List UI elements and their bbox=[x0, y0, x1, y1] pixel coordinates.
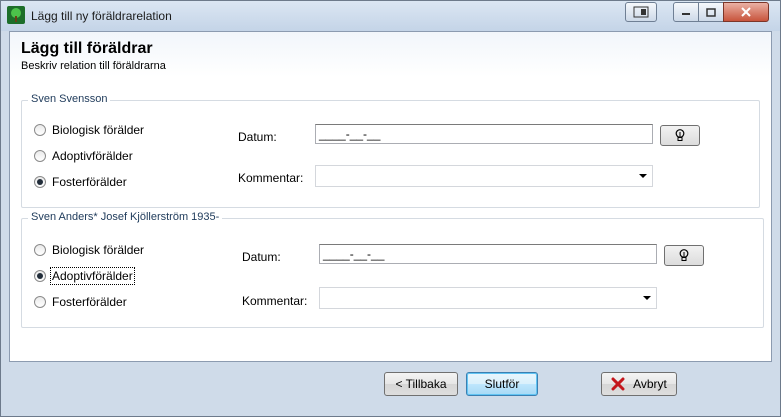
datum-label-1: Datum: bbox=[238, 130, 277, 144]
radio-foster-2[interactable]: Fosterförälder bbox=[34, 295, 127, 309]
chevron-down-icon[interactable] bbox=[639, 174, 647, 178]
finish-button[interactable]: Slutför bbox=[466, 372, 538, 396]
wizard-content: Lägg till föräldrar Beskriv relation til… bbox=[9, 31, 772, 362]
radio-adoptiv-1[interactable]: Adoptivförälder bbox=[34, 149, 133, 163]
back-button[interactable]: < Tillbaka bbox=[384, 372, 458, 396]
kommentar-combo-1[interactable] bbox=[315, 165, 653, 187]
radio-button[interactable] bbox=[34, 244, 46, 256]
window-title: Lägg till ny föräldrarelation bbox=[31, 9, 172, 23]
radio-button[interactable] bbox=[34, 270, 46, 282]
date-picker-button-1[interactable] bbox=[660, 125, 700, 146]
chevron-down-icon[interactable] bbox=[643, 296, 651, 300]
datum-field-1[interactable]: ____-__-__ bbox=[315, 124, 653, 144]
title-bar[interactable]: Lägg till ny föräldrarelation bbox=[1, 1, 780, 31]
maximize-button[interactable] bbox=[698, 2, 724, 22]
radio-button[interactable] bbox=[34, 124, 46, 136]
kommentar-label-1: Kommentar: bbox=[238, 171, 304, 185]
radio-button[interactable] bbox=[34, 176, 46, 188]
minimize-button[interactable] bbox=[673, 2, 699, 22]
window-menu-button[interactable] bbox=[625, 2, 657, 22]
radio-label: Biologisk förälder bbox=[52, 123, 145, 137]
lightbulb-icon bbox=[679, 249, 689, 261]
radio-foster-1[interactable]: Fosterförälder bbox=[34, 175, 127, 189]
page-subtitle: Beskriv relation till föräldrarna bbox=[21, 60, 166, 72]
close-icon bbox=[741, 7, 751, 17]
radio-label: Adoptivförälder bbox=[50, 267, 135, 285]
cancel-button[interactable]: Avbryt bbox=[601, 372, 677, 396]
kommentar-label-2: Kommentar: bbox=[242, 294, 308, 308]
radio-label: Adoptivförälder bbox=[52, 149, 133, 163]
parent-group-1: Sven Svensson Biologisk förälder Adoptiv… bbox=[21, 93, 760, 208]
parent-group-2: Sven Anders* Josef Kjöllerström 1935- Bi… bbox=[21, 211, 764, 328]
window-layout-icon bbox=[633, 6, 649, 18]
lightbulb-icon bbox=[675, 129, 685, 141]
cancel-label: Avbryt bbox=[633, 377, 667, 391]
radio-label: Fosterförälder bbox=[52, 175, 127, 189]
minimize-icon bbox=[682, 13, 690, 15]
radio-button[interactable] bbox=[34, 296, 46, 308]
radio-button[interactable] bbox=[34, 150, 46, 162]
close-button[interactable] bbox=[723, 2, 769, 22]
radio-label: Biologisk förälder bbox=[52, 243, 145, 257]
parent-name-2: Sven Anders* Josef Kjöllerström 1935- bbox=[28, 211, 223, 223]
tree-icon bbox=[7, 6, 25, 24]
datum-field-2[interactable]: ____-__-__ bbox=[319, 244, 657, 264]
radio-adoptiv-2[interactable]: Adoptivförälder bbox=[34, 267, 135, 285]
parent-name-1: Sven Svensson bbox=[28, 93, 111, 105]
datum-label-2: Datum: bbox=[242, 250, 281, 264]
kommentar-combo-2[interactable] bbox=[319, 287, 657, 309]
radio-biologisk-2[interactable]: Biologisk förälder bbox=[34, 243, 144, 257]
page-title: Lägg till föräldrar bbox=[21, 40, 153, 57]
dialog-window: Lägg till ny föräldrarelation Lägg till bbox=[0, 0, 781, 417]
radio-label: Fosterförälder bbox=[52, 295, 127, 309]
maximize-icon bbox=[706, 7, 716, 17]
wizard-header: Lägg till föräldrar Beskriv relation til… bbox=[10, 32, 771, 77]
radio-biologisk-1[interactable]: Biologisk förälder bbox=[34, 123, 144, 137]
red-x-icon bbox=[611, 377, 625, 391]
date-picker-button-2[interactable] bbox=[664, 245, 704, 266]
